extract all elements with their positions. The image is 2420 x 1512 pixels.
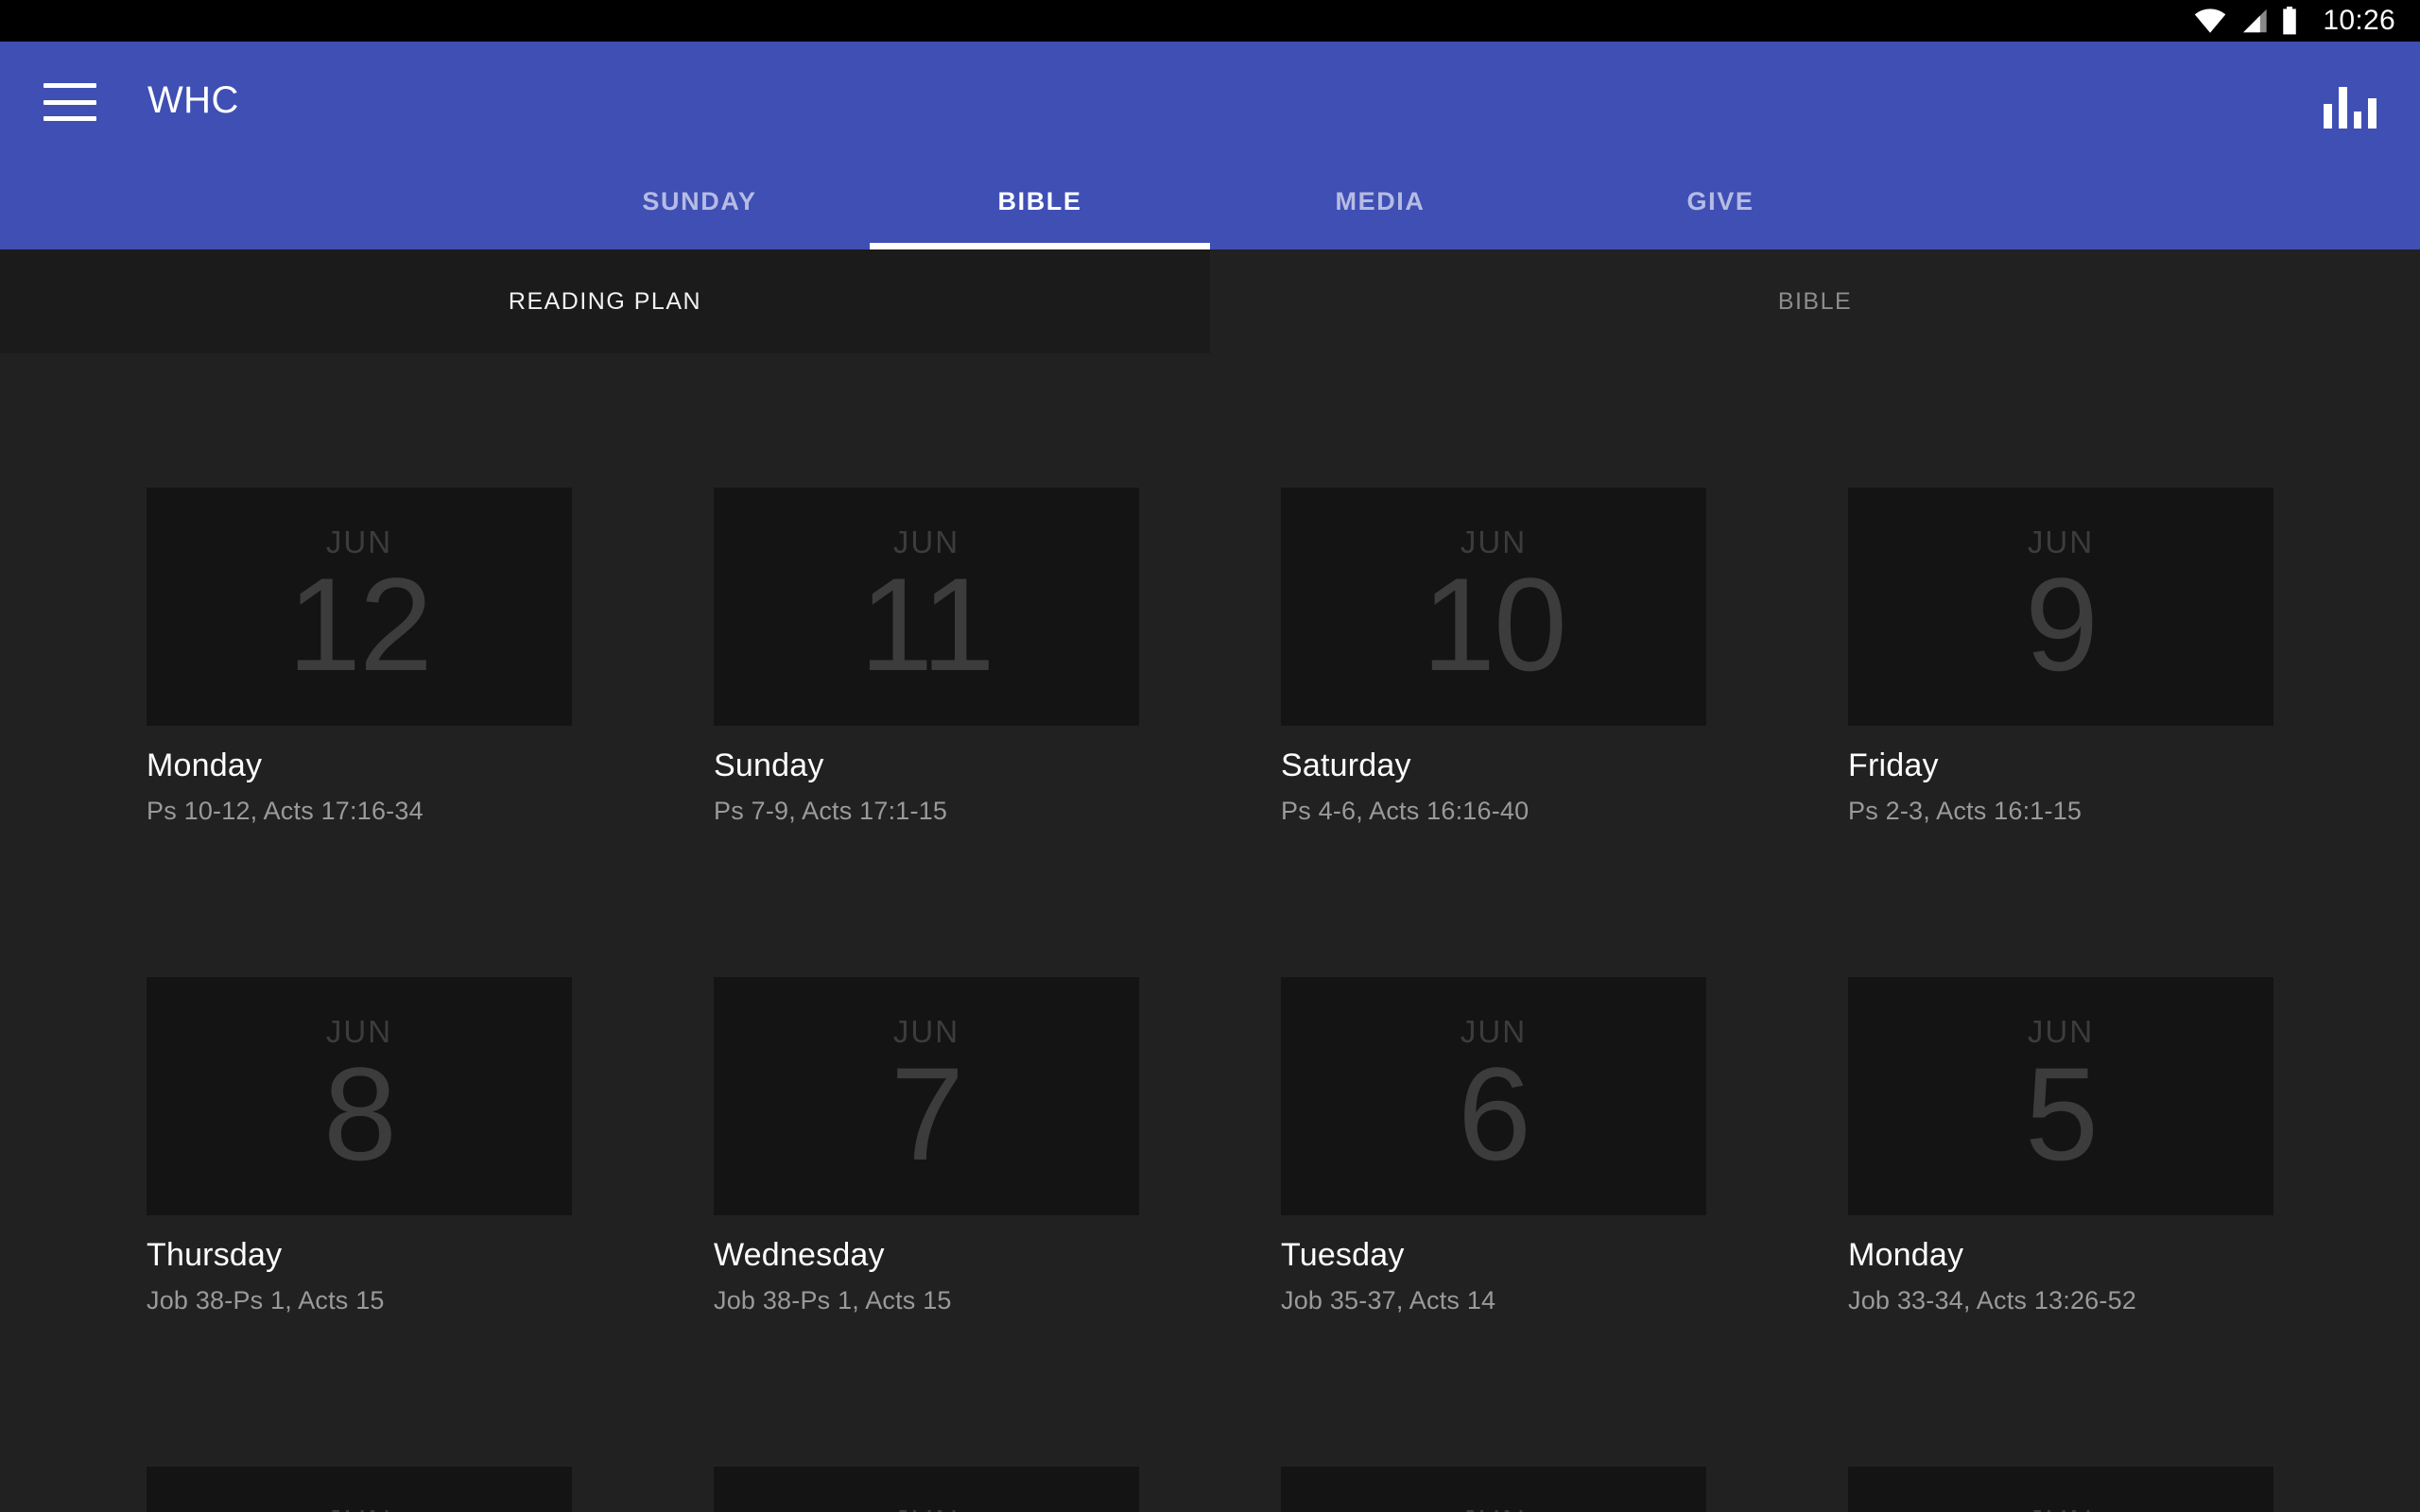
wifi-icon [2195, 9, 2226, 33]
card-date-thumbnail: JUN 11 [714, 488, 1139, 726]
reading-plan-card[interactable]: JUN 12 Monday Ps 10-12, Acts 17:16-34 [147, 488, 572, 826]
reading-plan-card[interactable]: JUN 6 Tuesday Job 35-37, Acts 14 [1281, 977, 1706, 1315]
card-date-thumbnail: JUN 2 [1281, 1467, 1706, 1512]
card-weekday: Sunday [714, 747, 824, 783]
card-day: 11 [859, 550, 994, 698]
reading-plan-card[interactable]: JUN 7 Wednesday Job 38-Ps 1, Acts 15 [714, 977, 1139, 1315]
card-date-thumbnail: JUN 10 [1281, 488, 1706, 726]
card-month: JUN [326, 1505, 392, 1512]
subtab-bible[interactable]: BIBLE [1210, 249, 2420, 353]
card-day: 7 [890, 1040, 964, 1188]
card-date-thumbnail: JUN 6 [1281, 977, 1706, 1215]
tab-give[interactable]: GIVE [1550, 153, 1891, 249]
reading-plan-card[interactable]: JUN 5 Monday Job 33-34, Acts 13:26-52 [1848, 977, 2273, 1315]
card-passages: Job 38-Ps 1, Acts 15 [714, 1286, 952, 1314]
card-day: 10 [1422, 550, 1567, 698]
card-date-thumbnail: JUN 5 [1848, 977, 2273, 1215]
reading-plan-content: JUN 12 Monday Ps 10-12, Acts 17:16-34 JU… [0, 353, 2420, 1512]
card-passages: Job 38-Ps 1, Acts 15 [147, 1286, 385, 1314]
tab-sunday[interactable]: SUNDAY [529, 153, 870, 249]
card-date-thumbnail: JUN 4 [147, 1467, 572, 1512]
app-title: WHC [147, 79, 239, 121]
card-weekday: Monday [147, 747, 263, 783]
card-weekday: Saturday [1281, 747, 1411, 783]
card-day: 9 [2025, 550, 2099, 698]
card-passages: Job 35-37, Acts 14 [1281, 1286, 1496, 1314]
reading-plan-card[interactable]: JUN 9 Friday Ps 2-3, Acts 16:1-15 [1848, 488, 2273, 826]
reading-plan-grid: JUN 12 Monday Ps 10-12, Acts 17:16-34 JU… [147, 488, 2273, 1512]
card-month: JUN [1461, 1505, 1527, 1512]
card-weekday: Tuesday [1281, 1237, 1405, 1273]
card-date-thumbnail: JUN 12 [147, 488, 572, 726]
tab-media[interactable]: MEDIA [1210, 153, 1550, 249]
app-bar-top-row: WHC [0, 42, 2420, 153]
card-weekday: Friday [1848, 747, 1939, 783]
card-day: 5 [2025, 1040, 2099, 1188]
card-month: JUN [2028, 1505, 2094, 1512]
card-passages: Ps 10-12, Acts 17:16-34 [147, 797, 424, 825]
hamburger-menu-icon[interactable] [43, 83, 96, 121]
card-passages: Ps 4-6, Acts 16:16-40 [1281, 797, 1530, 825]
status-bar: 10:26 [0, 0, 2420, 42]
subtab-reading-plan[interactable]: READING PLAN [0, 249, 1210, 353]
card-date-thumbnail: JUN 1 [1848, 1467, 2273, 1512]
card-day: 8 [323, 1040, 397, 1188]
card-date-thumbnail: JUN 3 [714, 1467, 1139, 1512]
card-date-thumbnail: JUN 7 [714, 977, 1139, 1215]
card-date-thumbnail: JUN 8 [147, 977, 572, 1215]
bar-chart-icon[interactable] [2324, 83, 2377, 129]
reading-plan-card[interactable]: JUN 8 Thursday Job 38-Ps 1, Acts 15 [147, 977, 572, 1315]
card-day: 12 [287, 550, 433, 698]
app-bar: WHC SUNDAY BIBLE MEDIA GIVE [0, 42, 2420, 249]
card-date-thumbnail: JUN 9 [1848, 488, 2273, 726]
card-day: 6 [1458, 1040, 1531, 1188]
status-bar-icons [2194, 7, 2298, 35]
reading-plan-card[interactable]: JUN 3 [714, 1467, 1139, 1512]
reading-plan-card[interactable]: JUN 11 Sunday Ps 7-9, Acts 17:1-15 [714, 488, 1139, 826]
battery-icon [2283, 7, 2297, 35]
card-weekday: Monday [1848, 1237, 1964, 1273]
card-passages: Ps 2-3, Acts 16:1-15 [1848, 797, 2083, 825]
reading-plan-card[interactable]: JUN 1 [1848, 1467, 2273, 1512]
tab-bible[interactable]: BIBLE [870, 153, 1210, 249]
primary-tab-bar: SUNDAY BIBLE MEDIA GIVE [0, 153, 2420, 249]
reading-plan-card[interactable]: JUN 10 Saturday Ps 4-6, Acts 16:16-40 [1281, 488, 1706, 826]
card-passages: Job 33-34, Acts 13:26-52 [1848, 1286, 2137, 1314]
reading-plan-card[interactable]: JUN 2 [1281, 1467, 1706, 1512]
card-weekday: Wednesday [714, 1237, 885, 1273]
card-month: JUN [893, 1505, 959, 1512]
status-bar-clock: 10:26 [2323, 5, 2395, 36]
reading-plan-card[interactable]: JUN 4 [147, 1467, 572, 1512]
cell-signal-icon [2243, 9, 2268, 33]
card-weekday: Thursday [147, 1237, 283, 1273]
secondary-tab-bar: READING PLAN BIBLE [0, 249, 2420, 353]
card-passages: Ps 7-9, Acts 17:1-15 [714, 797, 948, 825]
